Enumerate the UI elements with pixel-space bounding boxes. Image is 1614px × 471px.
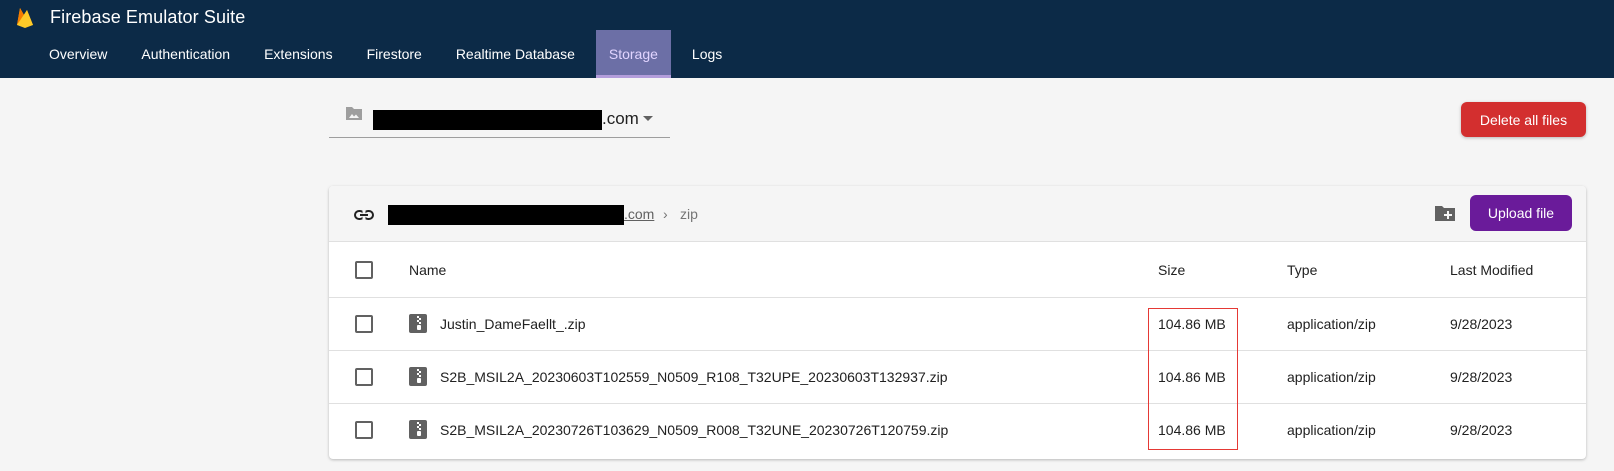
tab-firestore[interactable]: Firestore bbox=[354, 30, 435, 78]
file-size: 104.86 MB bbox=[1158, 316, 1226, 332]
file-name[interactable]: Justin_DameFaellt_.zip bbox=[440, 316, 586, 332]
select-all-checkbox[interactable] bbox=[355, 261, 373, 279]
redacted-bucket-name bbox=[373, 110, 602, 130]
column-header-name[interactable]: Name bbox=[409, 262, 446, 278]
file-last-modified: 9/28/2023 bbox=[1450, 316, 1513, 332]
file-last-modified: 9/28/2023 bbox=[1450, 422, 1513, 438]
column-header-last-modified[interactable]: Last Modified bbox=[1450, 262, 1533, 278]
app-title: Firebase Emulator Suite bbox=[50, 6, 246, 27]
app-header: Firebase Emulator Suite Overview Authent… bbox=[0, 0, 1614, 78]
tab-overview[interactable]: Overview bbox=[36, 30, 120, 78]
tab-extensions[interactable]: Extensions bbox=[251, 30, 345, 78]
breadcrumb-bucket-link[interactable]: .com bbox=[624, 206, 654, 222]
create-folder-icon[interactable] bbox=[1434, 203, 1456, 223]
zip-file-icon bbox=[409, 420, 427, 439]
tab-authentication[interactable]: Authentication bbox=[128, 30, 243, 78]
link-icon[interactable] bbox=[353, 204, 375, 226]
row-checkbox[interactable] bbox=[355, 368, 373, 386]
zip-file-icon bbox=[409, 367, 427, 386]
tab-logs[interactable]: Logs bbox=[679, 30, 735, 78]
bucket-select[interactable]: .com bbox=[329, 100, 670, 138]
file-type: application/zip bbox=[1287, 422, 1376, 438]
firebase-flame-icon bbox=[17, 8, 33, 28]
table-row[interactable]: Justin_DameFaellt_.zip 104.86 MB applica… bbox=[329, 298, 1586, 351]
upload-file-button[interactable]: Upload file bbox=[1470, 195, 1572, 231]
file-type: application/zip bbox=[1287, 369, 1376, 385]
file-type: application/zip bbox=[1287, 316, 1376, 332]
column-header-type[interactable]: Type bbox=[1287, 262, 1317, 278]
delete-all-files-button[interactable]: Delete all files bbox=[1461, 102, 1586, 137]
row-checkbox[interactable] bbox=[355, 315, 373, 333]
column-header-size[interactable]: Size bbox=[1158, 262, 1185, 278]
card-toolbar: .com › zip Upload file bbox=[329, 186, 1586, 242]
table-row[interactable]: S2B_MSIL2A_20230726T103629_N0509_R008_T3… bbox=[329, 404, 1586, 457]
nav-tabs: Overview Authentication Extensions Fires… bbox=[36, 30, 743, 78]
table-header: Name Size Type Last Modified bbox=[329, 242, 1586, 298]
chevron-down-icon bbox=[643, 116, 653, 121]
brand: Firebase Emulator Suite bbox=[14, 4, 245, 30]
bucket-name-suffix: .com bbox=[602, 109, 639, 128]
file-name[interactable]: S2B_MSIL2A_20230603T102559_N0509_R108_T3… bbox=[440, 369, 948, 385]
breadcrumb-current-folder: zip bbox=[680, 206, 698, 222]
file-last-modified: 9/28/2023 bbox=[1450, 369, 1513, 385]
tab-realtime-database[interactable]: Realtime Database bbox=[443, 30, 588, 78]
breadcrumb-separator: › bbox=[663, 206, 668, 222]
file-size: 104.86 MB bbox=[1158, 369, 1226, 385]
file-name[interactable]: S2B_MSIL2A_20230726T103629_N0509_R008_T3… bbox=[440, 422, 948, 438]
zip-file-icon bbox=[409, 314, 427, 333]
redacted-bucket-path bbox=[388, 205, 624, 225]
tab-storage[interactable]: Storage bbox=[595, 30, 671, 78]
file-browser-card: .com › zip Upload file Name Size Type La… bbox=[329, 186, 1586, 459]
table-row[interactable]: S2B_MSIL2A_20230603T102559_N0509_R108_T3… bbox=[329, 351, 1586, 404]
row-checkbox[interactable] bbox=[355, 421, 373, 439]
folder-image-icon bbox=[346, 107, 362, 120]
file-size: 104.86 MB bbox=[1158, 422, 1226, 438]
